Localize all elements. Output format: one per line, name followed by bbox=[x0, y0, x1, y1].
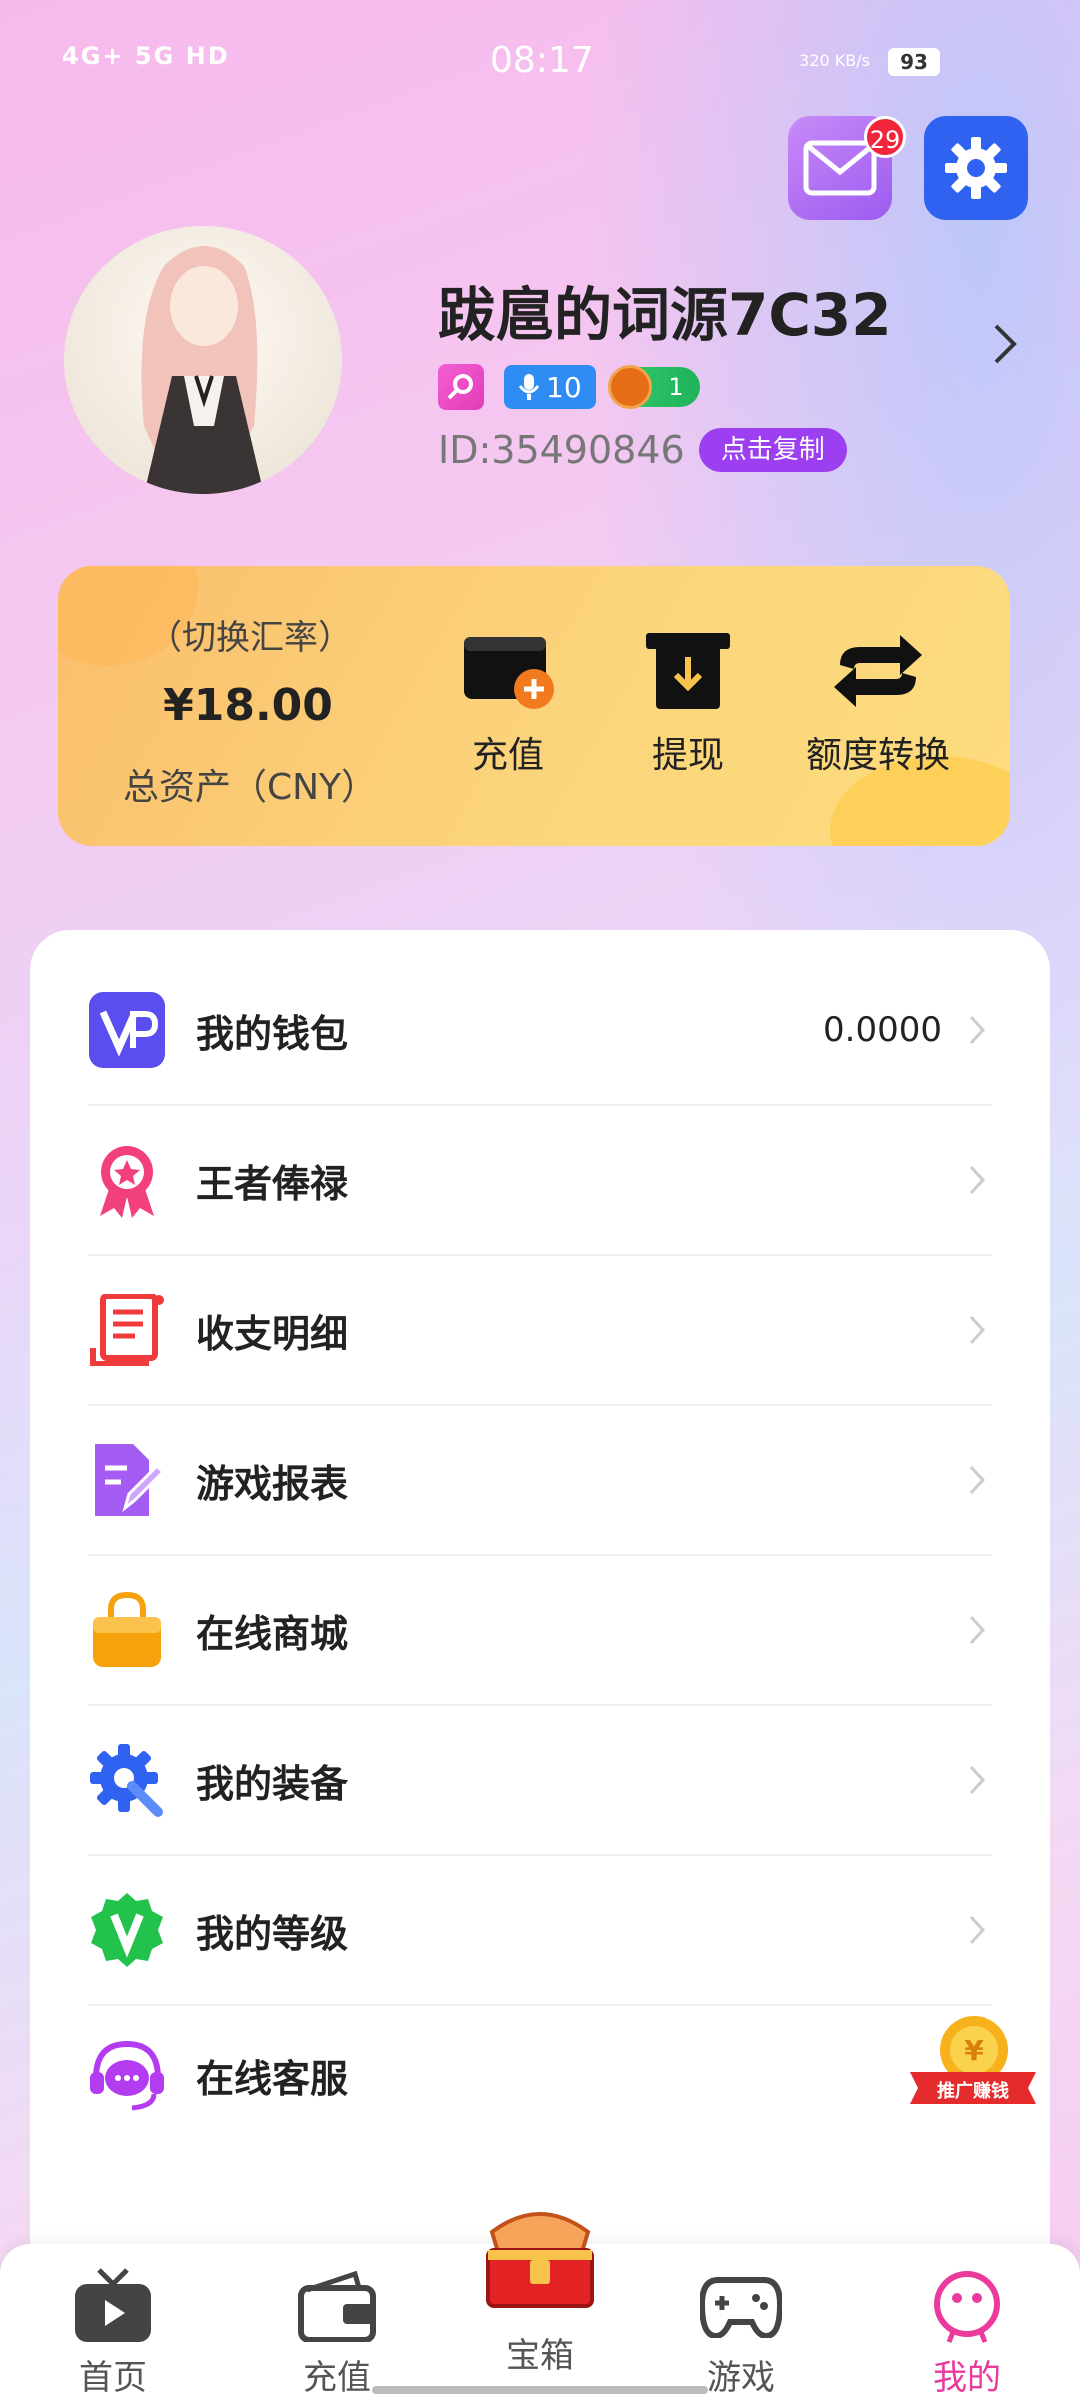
menu-item-transactions[interactable]: 收支明细 bbox=[88, 1256, 992, 1406]
coin-icon bbox=[607, 365, 652, 409]
nav-mine[interactable]: 我的 bbox=[892, 2264, 1042, 2399]
status-bar: 4G+ 5G HD 08:17 320 KB/s 93 bbox=[0, 0, 1080, 120]
nav-label: 我的 bbox=[933, 2358, 1001, 2398]
gear-wrench-icon bbox=[88, 1741, 166, 1819]
menu-item-equipment[interactable]: 我的装备 bbox=[88, 1706, 992, 1856]
promo-label: 推广赚钱 bbox=[937, 2081, 1009, 2102]
search-tag-icon bbox=[438, 364, 484, 410]
total-amount: ¥18.00 bbox=[163, 680, 333, 731]
menu-label: 在线商城 bbox=[196, 1611, 349, 1656]
nav-home[interactable]: 首页 bbox=[38, 2264, 188, 2399]
headset-chat-icon bbox=[88, 2036, 166, 2114]
net-speed: 320 KB/s bbox=[799, 51, 870, 70]
avatar[interactable] bbox=[64, 226, 342, 494]
nav-label-chest: 宝箱 bbox=[506, 2336, 574, 2376]
menu-label: 在线客服 bbox=[196, 2056, 349, 2101]
chevron-right-icon bbox=[962, 1010, 992, 1050]
nav-recharge[interactable]: 充值 bbox=[262, 2264, 412, 2399]
wallet-plus-icon bbox=[460, 626, 556, 716]
avatar-illustration bbox=[141, 246, 264, 494]
scroll-document-icon bbox=[88, 1291, 166, 1369]
mic-level-tag: 10 bbox=[504, 365, 596, 409]
recharge-action[interactable]: 充值 bbox=[428, 626, 588, 778]
user-id-row: ID:35490846 点击复制 bbox=[438, 428, 847, 472]
status-time: 08:17 bbox=[490, 40, 594, 81]
menu-label: 我的装备 bbox=[196, 1761, 349, 1806]
envelope-icon bbox=[803, 140, 877, 196]
coin-count: 1 bbox=[668, 373, 684, 401]
microphone-icon bbox=[518, 374, 540, 400]
settings-button[interactable] bbox=[924, 116, 1028, 220]
menu-item-game-report[interactable]: 游戏报表 bbox=[88, 1406, 992, 1556]
asset-card: （切换汇率） ¥18.00 总资产（CNY） 充值 提现 额度转换 bbox=[58, 566, 1010, 846]
menu-label: 游戏报表 bbox=[196, 1461, 349, 1506]
withdraw-icon bbox=[640, 626, 736, 716]
coin-tag: 1 bbox=[607, 365, 700, 409]
menu-item-king-salary[interactable]: 王者俸禄 bbox=[88, 1106, 992, 1256]
profile-tags: 10 1 bbox=[438, 364, 700, 410]
status-icons: 320 KB/s bbox=[799, 44, 870, 72]
wallet-balance: 0.0000 bbox=[823, 1010, 942, 1050]
switch-rate-link[interactable]: （切换汇率） bbox=[148, 610, 352, 659]
user-id: ID:35490846 bbox=[438, 428, 685, 472]
transfer-action[interactable]: 额度转换 bbox=[778, 626, 978, 778]
menu-item-level[interactable]: 我的等级 bbox=[88, 1856, 992, 2006]
report-edit-icon bbox=[88, 1441, 166, 1519]
treasure-chest-icon[interactable] bbox=[478, 2202, 602, 2312]
mic-level-value: 10 bbox=[546, 370, 582, 404]
chevron-right-icon bbox=[962, 1460, 992, 1500]
gear-icon bbox=[945, 137, 1007, 199]
total-assets-label: 总资产（CNY） bbox=[122, 767, 378, 808]
message-count-badge: 29 bbox=[864, 116, 906, 158]
copy-id-button[interactable]: 点击复制 bbox=[698, 428, 847, 472]
menu-card: 我的钱包 0.0000 王者俸禄 收支明细 游戏报表 在线商城 我的装备 我的等… bbox=[30, 930, 1050, 2310]
menu-label: 我的钱包 bbox=[196, 1011, 349, 1056]
menu-label: 王者俸禄 bbox=[196, 1161, 349, 1206]
menu-label: 收支明细 bbox=[196, 1311, 349, 1356]
chevron-right-icon bbox=[962, 1310, 992, 1350]
wallet-vp-icon bbox=[88, 991, 166, 1069]
home-indicator[interactable] bbox=[372, 2386, 708, 2394]
username: 跋扈的词源7C32 bbox=[438, 281, 892, 349]
chevron-right-icon bbox=[962, 1160, 992, 1200]
chevron-right-icon bbox=[962, 1610, 992, 1650]
award-ribbon-icon bbox=[88, 1141, 166, 1219]
menu-item-wallet[interactable]: 我的钱包 0.0000 bbox=[88, 956, 992, 1106]
profile-chevron-icon[interactable] bbox=[992, 322, 1020, 370]
withdraw-label: 提现 bbox=[651, 735, 724, 776]
chevron-right-icon bbox=[962, 1760, 992, 1800]
svg-text:¥: ¥ bbox=[964, 2034, 984, 2067]
wallet-icon bbox=[295, 2264, 379, 2348]
promo-earn-button[interactable]: ¥ 推广赚钱 bbox=[904, 2010, 1042, 2130]
transfer-label: 额度转换 bbox=[805, 735, 950, 776]
menu-item-shop[interactable]: 在线商城 bbox=[88, 1556, 992, 1706]
nav-label: 首页 bbox=[79, 2358, 147, 2398]
menu-label: 我的等级 bbox=[196, 1911, 349, 1956]
transfer-icon bbox=[830, 626, 926, 716]
nav-games[interactable]: 游戏 bbox=[666, 2264, 816, 2399]
chevron-right-icon bbox=[962, 1910, 992, 1950]
vip-badge-icon bbox=[88, 1891, 166, 1969]
coin-promo-icon: ¥ bbox=[910, 2016, 1036, 2104]
withdraw-action[interactable]: 提现 bbox=[608, 626, 768, 778]
tv-icon bbox=[71, 2264, 155, 2348]
network-indicator: 4G+ 5G HD bbox=[62, 42, 230, 70]
menu-item-customer-service[interactable]: 在线客服 bbox=[88, 2000, 992, 2150]
recharge-label: 充值 bbox=[471, 735, 544, 776]
smiley-face-icon bbox=[925, 2264, 1009, 2348]
battery-indicator: 93 bbox=[888, 48, 940, 76]
gamepad-icon bbox=[699, 2264, 783, 2348]
shopping-bag-icon bbox=[88, 1591, 166, 1669]
